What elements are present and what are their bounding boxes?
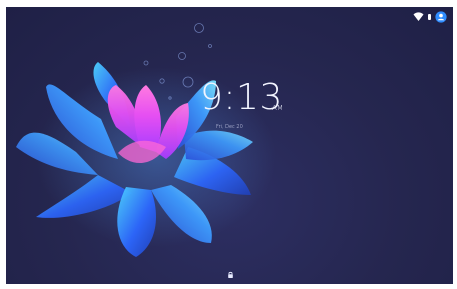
- lock-icon[interactable]: [227, 271, 234, 279]
- wallpaper-lotus: [16, 23, 276, 257]
- clock: 9:13 AM Fri, Dec 20: [200, 77, 284, 130]
- clock-date: Fri, Dec 20: [216, 124, 243, 130]
- status-bar: [413, 11, 447, 23]
- bubble: [143, 60, 149, 66]
- bubble: [208, 44, 212, 48]
- lock-screen: 9:13 AM Fri, Dec 20: [6, 7, 453, 284]
- account-icon[interactable]: [435, 11, 447, 23]
- battery-icon: [428, 14, 431, 20]
- bubble: [194, 23, 204, 33]
- wifi-icon: [413, 12, 424, 21]
- bubble: [178, 52, 186, 60]
- clock-ampm: AM: [272, 104, 284, 112]
- clock-time: 9:13: [200, 77, 283, 118]
